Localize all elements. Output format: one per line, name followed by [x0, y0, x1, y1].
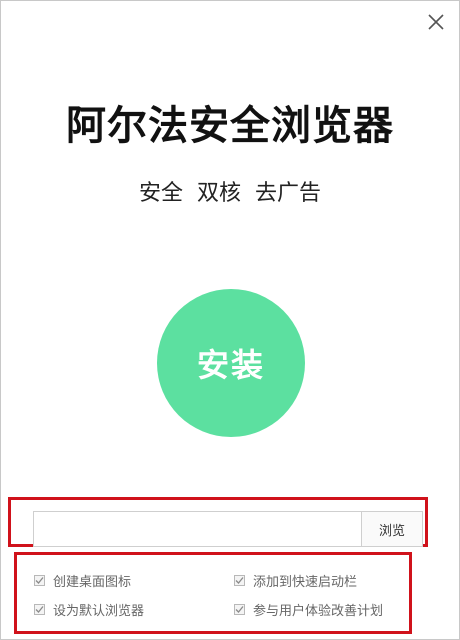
install-button[interactable]: 安装 — [157, 289, 305, 437]
checkmark-icon — [35, 606, 44, 613]
option-create-desktop-icon[interactable]: 创建桌面图标 — [34, 571, 131, 590]
checkbox[interactable] — [34, 604, 45, 615]
checkmark-icon — [35, 577, 44, 584]
option-add-quick-launch[interactable]: 添加到快速启动栏 — [234, 571, 357, 590]
close-icon — [428, 14, 444, 30]
install-path-input[interactable] — [33, 511, 361, 547]
app-title: 阿尔法安全浏览器 — [66, 103, 394, 149]
checkbox[interactable] — [234, 575, 245, 586]
option-label: 添加到快速启动栏 — [253, 575, 358, 590]
install-button-label: 安装 — [196, 346, 265, 384]
install-path-row: 浏览 — [33, 511, 423, 547]
option-user-experience-program[interactable]: 参与用户体验改善计划 — [234, 600, 383, 619]
checkmark-icon — [235, 606, 244, 613]
close-button[interactable] — [427, 13, 445, 31]
option-label: 设为默认浏览器 — [53, 604, 145, 619]
option-label: 参与用户体验改善计划 — [253, 604, 384, 619]
options-highlight-frame — [14, 552, 412, 634]
checkmark-icon — [235, 577, 244, 584]
browse-button[interactable]: 浏览 — [361, 511, 423, 547]
checkbox[interactable] — [34, 575, 45, 586]
installer-window: 阿尔法安全浏览器 安全 双核 去广告 安装 浏览 创建桌面图标 添加到快速启动栏… — [0, 0, 460, 640]
app-subtitle: 安全 双核 去广告 — [139, 181, 321, 206]
checkbox[interactable] — [234, 604, 245, 615]
option-label: 创建桌面图标 — [53, 575, 132, 590]
browse-button-label: 浏览 — [378, 523, 405, 539]
option-set-default-browser[interactable]: 设为默认浏览器 — [34, 600, 144, 619]
